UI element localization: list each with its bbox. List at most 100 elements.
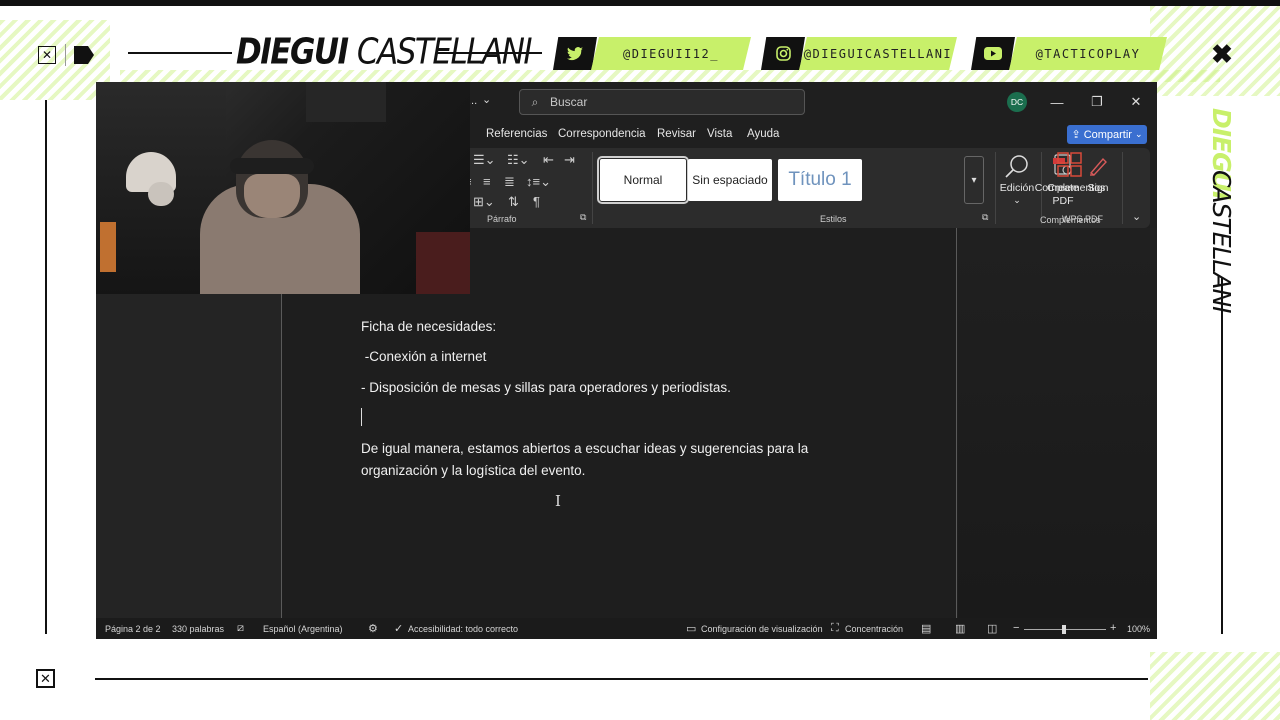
avatar[interactable]: DC [1007,92,1027,112]
paragraph-launcher-icon[interactable]: ⧉ [580,212,586,223]
divider [65,44,66,66]
increase-indent-icon[interactable]: ⇥ [564,152,575,168]
restore-button[interactable]: ❐ [1086,91,1108,113]
status-bar: Página 2 de 2 330 palabras ⧄ Español (Ar… [96,618,1157,639]
tab-correspondencia[interactable]: Correspondencia [558,128,646,140]
stream-overlay: ✕ DIEGUI CASTELLANI @DIEGUII12_ @DIEGUIC… [0,0,1280,720]
style-titulo-1[interactable]: Título 1 [778,159,862,201]
close-square-icon: ✕ [38,46,56,64]
side-brand: DIEGUI CASTELLANI [1207,108,1240,313]
search-box[interactable]: ⌕ Buscar [519,89,805,115]
styles-launcher-icon[interactable]: ⧉ [982,212,988,223]
bottom-line [95,678,1148,680]
numbering-icon[interactable]: ☷⌄ [507,152,530,168]
text-caret [361,408,362,426]
side-line-right [1221,278,1223,634]
youtube-icon [971,37,1015,70]
webcam-feed [96,82,470,294]
brand-line-left [128,52,232,54]
addins-group-label: Complementos [1040,215,1101,225]
pilcrow-icon[interactable]: ¶ [533,194,540,209]
zoom-level[interactable]: 100% [1127,624,1150,634]
share-icon: ⇪ [1071,129,1081,141]
paragraph-group-label: Párrafo [487,214,517,224]
styles-group-label: Estilos [820,214,847,224]
styles-more-icon[interactable]: ▾ [964,156,984,204]
accessibility-icon: ✓ [394,623,404,635]
focus-icon: ⛶ [831,622,839,634]
doc-line-2[interactable]: -Conexión a internet [361,346,487,368]
decor-stripes-bottom-right [1150,652,1280,720]
share-button[interactable]: ⇪ Compartir ⌄ [1067,125,1147,144]
borders-icon[interactable]: ⊞⌄ [473,194,495,210]
tab-revisar[interactable]: Revisar [657,128,696,140]
minimize-button[interactable]: — [1046,91,1068,113]
twitter-icon [553,37,597,70]
close-x-icon: ✖ [1211,38,1233,69]
focus-mode[interactable]: Concentración [845,624,903,634]
decrease-indent-icon[interactable]: ⇤ [543,152,554,168]
canvas-right [958,228,1157,618]
doc-line-1[interactable]: Ficha de necesidades: [361,316,496,338]
search-icon: ⌕ [531,94,539,109]
side-line-left [45,100,47,634]
share-label-text: Compartir [1083,128,1132,141]
brand-line-right [436,52,542,54]
page-count[interactable]: Página 2 de 2 [105,624,161,634]
top-border [0,0,1280,6]
proofing-icon[interactable]: ⧄ [237,622,244,635]
brand-bold: DIEGUI [236,31,349,73]
instagram-handle: @DIEGUICASTELLANI [799,37,957,70]
twitter-handle: @DIEGUII12_ [591,37,751,70]
social-twitter: @DIEGUII12_ [553,37,751,70]
addins-icon [1057,152,1082,177]
addins-button[interactable]: Complementos [1032,152,1108,212]
tab-ayuda[interactable]: Ayuda [747,128,779,140]
bullets-icon[interactable]: ☰⌄ [473,152,496,168]
search-placeholder: Buscar [550,95,588,109]
edit-button[interactable]: Edición ⌄ [997,152,1037,212]
language[interactable]: Español (Argentina) [263,624,343,634]
youtube-handle: @TACTICOPLAY [1009,37,1167,70]
style-normal[interactable]: Normal [597,156,689,204]
edit-chevron-icon: ⌄ [1013,195,1021,205]
ibeam-cursor-icon: I [555,492,561,510]
ribbon-separator [592,152,593,224]
social-youtube: @TACTICOPLAY [971,37,1167,70]
ribbon-separator [995,152,996,224]
style-no-spacing[interactable]: Sin espaciado [688,159,772,201]
cam-bottle [100,222,116,272]
sort-icon[interactable]: ⇅ [508,194,519,210]
title-chevron-icon[interactable]: ⌄ [482,93,491,106]
tab-vista[interactable]: Vista [707,128,732,140]
doc-line-4[interactable]: De igual manera, estamos abiertos a escu… [361,438,808,460]
display-settings[interactable]: Configuración de visualización [701,624,823,634]
doc-line-5[interactable]: organización y la logística del evento. [361,460,585,482]
print-layout-icon[interactable]: ▥ [955,622,965,635]
zoom-out-icon[interactable]: − [1013,622,1019,634]
ribbon-separator [1122,152,1123,224]
close-square-bottom-icon: ✕ [36,669,55,688]
justify-icon[interactable]: ≣ [504,174,515,190]
text-predictions-icon[interactable]: ⚙ [368,622,378,635]
instagram-icon [761,37,805,70]
cam-poster [306,82,386,122]
cam-person-face [244,174,300,218]
word-count[interactable]: 330 palabras [172,624,224,634]
display-settings-icon: ▭ [686,623,697,635]
zoom-in-icon[interactable]: + [1110,622,1116,634]
addins-button-label: Complementos [1034,182,1106,194]
cam-helmet-small [148,182,174,206]
collapse-ribbon-icon[interactable]: ⌄ [1132,210,1141,223]
read-mode-icon[interactable]: ▤ [921,622,931,635]
tab-referencias[interactable]: Referencias [486,128,547,140]
magnifier-icon [1005,155,1028,178]
web-layout-icon[interactable]: ◫ [987,622,997,635]
close-button[interactable]: ✕ [1125,91,1147,113]
line-spacing-icon[interactable]: ↕≡⌄ [526,174,551,190]
accessibility-status[interactable]: Accesibilidad: todo correcto [408,624,518,634]
doc-line-3[interactable]: - Disposición de mesas y sillas para ope… [361,377,731,399]
align-right-icon[interactable]: ≡ [483,174,491,189]
zoom-thumb[interactable] [1062,625,1066,634]
share-chevron-icon: ⌄ [1134,129,1143,139]
